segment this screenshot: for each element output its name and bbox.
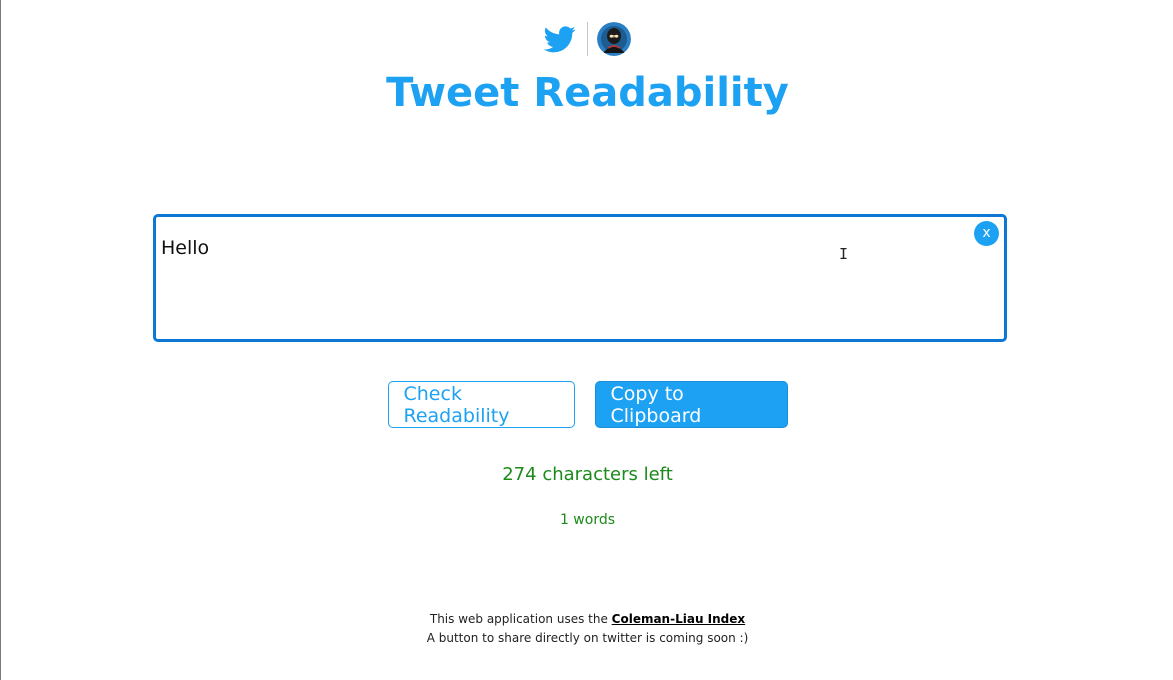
logo-row [1, 22, 1173, 56]
clear-button[interactable]: x [974, 221, 999, 246]
action-buttons: Check Readability Copy to Clipboard [1, 381, 1173, 428]
coleman-liau-link[interactable]: Coleman-Liau Index [612, 612, 745, 626]
footer: This web application uses the Coleman-Li… [1, 610, 1173, 648]
footer-line-2: A button to share directly on twitter is… [426, 631, 749, 645]
twitter-bird-icon[interactable] [544, 23, 576, 55]
footer-line-1: This web application uses the Coleman-Li… [1, 610, 1173, 629]
user-avatar[interactable] [597, 22, 631, 56]
characters-left-counter: 274 characters left [502, 464, 673, 485]
check-readability-button[interactable]: Check Readability [387, 381, 575, 428]
page: Tweet Readability Hello x I Check Readab… [0, 0, 1173, 680]
text-cursor-icon: I [839, 245, 849, 263]
page-title: Tweet Readability [386, 70, 789, 116]
tweet-text-value[interactable]: Hello [161, 237, 209, 259]
logo-divider [587, 22, 588, 56]
footer-text: This web application uses the [429, 612, 612, 626]
copy-to-clipboard-button[interactable]: Copy to Clipboard [594, 381, 788, 428]
tweet-textarea[interactable]: Hello x I [153, 214, 1007, 342]
word-count: 1 words [559, 512, 616, 528]
